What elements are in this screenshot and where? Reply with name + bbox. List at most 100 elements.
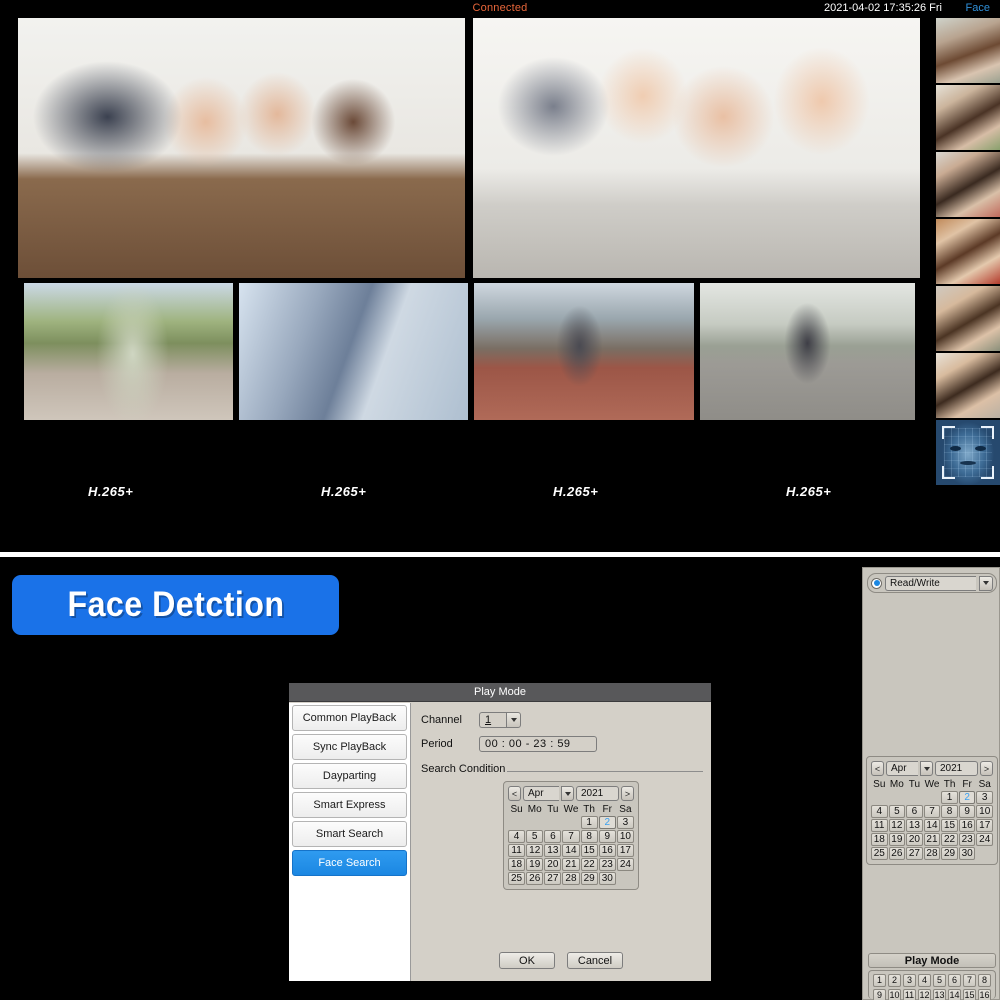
calendar-day-4[interactable]: 4	[871, 805, 888, 818]
calendar-day-3[interactable]: 3	[976, 791, 993, 804]
calendar-day-28[interactable]: 28	[924, 847, 941, 860]
calendar-day-19[interactable]: 19	[526, 858, 543, 871]
calendar-month-value[interactable]: Apr	[523, 786, 559, 801]
calendar-day-3[interactable]: 3	[617, 816, 634, 829]
calendar-day-26[interactable]: 26	[889, 847, 906, 860]
calendar-day-27[interactable]: 27	[544, 872, 561, 885]
calendar-next-month-button[interactable]: >	[621, 786, 634, 801]
calendar-day-1[interactable]: 1	[581, 816, 598, 829]
play-mode-channel-12[interactable]: 12	[918, 989, 931, 1000]
menu-item-face-search[interactable]: Face Search	[292, 850, 407, 876]
period-input[interactable]: 00 : 00 - 23 : 59	[479, 736, 597, 752]
calendar-day-25[interactable]: 25	[508, 872, 525, 885]
calendar-day-8[interactable]: 8	[941, 805, 958, 818]
menu-item-sync-playback[interactable]: Sync PlayBack	[292, 734, 407, 760]
calendar-day-13[interactable]: 13	[906, 819, 923, 832]
calendar-day-1[interactable]: 1	[941, 791, 958, 804]
calendar-day-11[interactable]: 11	[871, 819, 888, 832]
calendar-day-18[interactable]: 18	[871, 833, 888, 846]
calendar-day-5[interactable]: 5	[526, 830, 543, 843]
calendar-day-17[interactable]: 17	[617, 844, 634, 857]
play-mode-channel-4[interactable]: 4	[918, 974, 931, 987]
calendar-day-25[interactable]: 25	[871, 847, 888, 860]
calendar-day-22[interactable]: 22	[941, 833, 958, 846]
menu-item-smart-express[interactable]: Smart Express	[292, 792, 407, 818]
face-thumb-7[interactable]	[936, 420, 1000, 486]
calendar-day-5[interactable]: 5	[889, 805, 906, 818]
menu-item-common-playback[interactable]: Common PlayBack	[292, 705, 407, 731]
storage-mode-radio[interactable]	[871, 578, 882, 589]
calendar-day-10[interactable]: 10	[976, 805, 993, 818]
calendar-day-21[interactable]: 21	[562, 858, 579, 871]
calendar-day-14[interactable]: 14	[562, 844, 579, 857]
calendar-prev-month-button[interactable]: <	[871, 761, 884, 776]
calendar-day-6[interactable]: 6	[544, 830, 561, 843]
calendar-year-value[interactable]: 2021	[576, 786, 619, 801]
storage-mode-value[interactable]: Read/Write	[885, 576, 976, 591]
calendar-prev-month-button[interactable]: <	[508, 786, 521, 801]
calendar-day-12[interactable]: 12	[526, 844, 543, 857]
play-mode-channel-13[interactable]: 13	[933, 989, 946, 1000]
storage-mode-chevron-down-icon[interactable]	[979, 576, 993, 591]
video-cell-3[interactable]	[24, 283, 233, 420]
calendar-day-9[interactable]: 9	[959, 805, 976, 818]
calendar-grid[interactable]: SuMoTuWeThFrSa12345678910111213141516171…	[871, 779, 993, 860]
calendar-day-27[interactable]: 27	[906, 847, 923, 860]
channel-select-value[interactable]: 1	[479, 712, 506, 728]
calendar-day-29[interactable]: 29	[581, 872, 598, 885]
play-mode-channel-3[interactable]: 3	[903, 974, 916, 987]
play-mode-channel-16[interactable]: 16	[978, 989, 991, 1000]
calendar-month-chevron-down-icon[interactable]	[920, 761, 933, 776]
calendar-day-2[interactable]: 2	[959, 791, 976, 804]
calendar-day-7[interactable]: 7	[924, 805, 941, 818]
calendar-day-2[interactable]: 2	[599, 816, 616, 829]
calendar-day-23[interactable]: 23	[599, 858, 616, 871]
play-mode-channel-8[interactable]: 8	[978, 974, 991, 987]
face-thumb-6[interactable]	[936, 353, 1000, 419]
calendar-day-10[interactable]: 10	[617, 830, 634, 843]
calendar-year-value[interactable]: 2021	[935, 761, 978, 776]
video-cell-1[interactable]	[18, 18, 465, 278]
play-mode-channel-15[interactable]: 15	[963, 989, 976, 1000]
calendar-month-chevron-down-icon[interactable]	[561, 786, 574, 801]
play-mode-channel-11[interactable]: 11	[903, 989, 916, 1000]
calendar-next-month-button[interactable]: >	[980, 761, 993, 776]
menu-item-dayparting[interactable]: Dayparting	[292, 763, 407, 789]
video-cell-4[interactable]	[239, 283, 468, 420]
calendar-day-8[interactable]: 8	[581, 830, 598, 843]
calendar-day-21[interactable]: 21	[924, 833, 941, 846]
calendar-grid[interactable]: SuMoTuWeThFrSa12345678910111213141516171…	[508, 804, 634, 885]
play-mode-channel-7[interactable]: 7	[963, 974, 976, 987]
calendar-day-17[interactable]: 17	[976, 819, 993, 832]
calendar-day-12[interactable]: 12	[889, 819, 906, 832]
calendar-day-22[interactable]: 22	[581, 858, 598, 871]
calendar-day-6[interactable]: 6	[906, 805, 923, 818]
play-mode-channel-2[interactable]: 2	[888, 974, 901, 987]
calendar-day-9[interactable]: 9	[599, 830, 616, 843]
video-cell-2[interactable]	[473, 18, 920, 278]
play-mode-channel-9[interactable]: 9	[873, 989, 886, 1000]
calendar-day-7[interactable]: 7	[562, 830, 579, 843]
calendar-day-28[interactable]: 28	[562, 872, 579, 885]
play-mode-channel-10[interactable]: 10	[888, 989, 901, 1000]
calendar-month-value[interactable]: Apr	[886, 761, 918, 776]
play-mode-channel-1[interactable]: 1	[873, 974, 886, 987]
calendar-day-15[interactable]: 15	[581, 844, 598, 857]
calendar-day-20[interactable]: 20	[544, 858, 561, 871]
calendar-day-30[interactable]: 30	[959, 847, 976, 860]
calendar-day-24[interactable]: 24	[617, 858, 634, 871]
cancel-button[interactable]: Cancel	[567, 952, 623, 969]
calendar-day-13[interactable]: 13	[544, 844, 561, 857]
face-thumb-5[interactable]	[936, 286, 1000, 352]
calendar-day-30[interactable]: 30	[599, 872, 616, 885]
face-thumb-1[interactable]	[936, 18, 1000, 84]
face-thumb-2[interactable]	[936, 85, 1000, 151]
calendar-day-14[interactable]: 14	[924, 819, 941, 832]
play-mode-channel-buttons[interactable]: 12345678910111213141516	[868, 970, 996, 999]
channel-dropdown-chevron-down-icon[interactable]	[506, 712, 521, 728]
calendar-day-19[interactable]: 19	[889, 833, 906, 846]
face-thumb-3[interactable]	[936, 152, 1000, 218]
calendar-day-4[interactable]: 4	[508, 830, 525, 843]
play-mode-channel-14[interactable]: 14	[948, 989, 961, 1000]
face-thumbnail-strip[interactable]	[936, 18, 1000, 552]
